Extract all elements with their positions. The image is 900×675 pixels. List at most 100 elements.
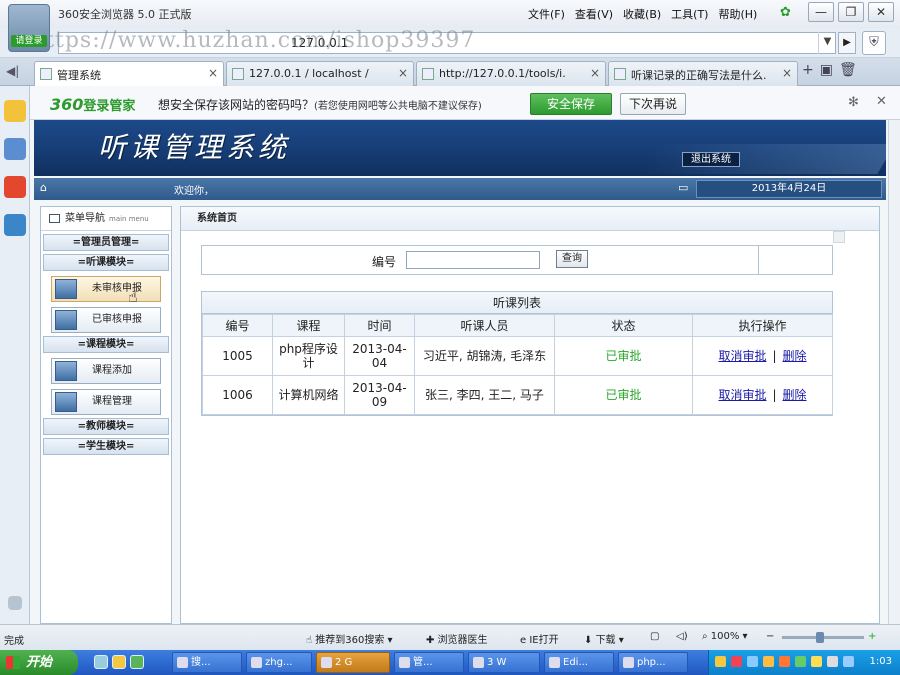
tab-label: 127.0.0.1 / localhost / — [249, 67, 369, 80]
welcome-text: 欢迎你， — [174, 186, 214, 197]
browser-sidebar — [0, 86, 30, 624]
later-button[interactable]: 下次再说 — [620, 93, 686, 115]
sound-icon[interactable]: ◁) — [676, 631, 688, 642]
settings-gear-icon[interactable] — [8, 596, 22, 610]
menu-header: 菜单导航 main menu — [41, 207, 171, 231]
cancel-approval-link[interactable]: 取消审批 — [718, 349, 766, 363]
tray-icon[interactable] — [715, 656, 726, 667]
folder-icon[interactable] — [112, 655, 126, 669]
menu-icon — [49, 214, 60, 223]
ie-icon[interactable] — [94, 655, 108, 669]
menu-view[interactable]: 查看(V) — [575, 6, 613, 22]
start-button[interactable]: 开始 — [0, 650, 78, 675]
browser-title-bar: 请登录 360安全浏览器 5.0 正式版 文件(F) 查看(V) 收藏(B) 工… — [0, 0, 900, 52]
tab-close-icon[interactable]: × — [398, 66, 408, 80]
safe-save-button[interactable]: 安全保存 — [530, 93, 612, 115]
menu-cat-listen[interactable]: =听课模块= — [43, 254, 169, 271]
menu-tools[interactable]: 工具(T) — [671, 6, 708, 22]
browser-doctor[interactable]: ✚ 浏览器医生 — [426, 631, 488, 646]
mobile-icon[interactable] — [4, 214, 26, 236]
tab-back-icon[interactable]: ◀| — [6, 64, 19, 78]
gear-icon[interactable]: ✻ — [848, 95, 859, 110]
zoom-in-icon[interactable]: + — [868, 631, 876, 642]
breadcrumb: 系统首页 — [181, 207, 879, 231]
tray-icon[interactable] — [779, 656, 790, 667]
task-item[interactable]: zhg... — [246, 652, 312, 673]
zoom-level[interactable]: ⌕ 100% ▾ — [702, 631, 748, 642]
task-item[interactable]: 3 W — [468, 652, 540, 673]
home-icon[interactable]: ⌂ — [40, 181, 47, 194]
360-icon[interactable] — [130, 655, 144, 669]
url-dropdown-icon[interactable]: ▼ — [818, 32, 836, 54]
page-icon — [422, 68, 434, 80]
tab-close-icon[interactable]: × — [590, 66, 600, 80]
tray-icon[interactable] — [827, 656, 838, 667]
recommend-360-search[interactable]: ☝ 推荐到360搜索 ▾ — [306, 631, 393, 646]
close-window-button[interactable]: ✕ — [868, 2, 894, 22]
tab-tools[interactable]: http://127.0.0.1/tools/i. × — [416, 61, 606, 86]
task-item[interactable]: 管... — [394, 652, 464, 673]
menu-item-course-add[interactable]: 课程添加 — [51, 358, 161, 384]
delete-link[interactable]: 删除 — [783, 388, 807, 402]
hand-cursor-icon: ☝ — [128, 287, 138, 306]
logout-button[interactable]: 退出系统 — [682, 152, 740, 167]
header-course: 课程 — [272, 314, 345, 337]
trash-icon[interactable]: 🗑 — [839, 62, 857, 78]
task-item[interactable]: php... — [618, 652, 688, 673]
user-icon — [55, 392, 77, 412]
menu-cat-course[interactable]: =课程模块= — [43, 336, 169, 353]
menu-item-course-manage[interactable]: 课程管理 — [51, 389, 161, 415]
tray-icon[interactable] — [731, 656, 742, 667]
tab-list-icon[interactable]: ▣ — [820, 62, 833, 78]
clock: 1:03 — [869, 656, 892, 667]
minimize-button[interactable]: — — [808, 2, 834, 22]
skin-icon[interactable]: ✿ — [780, 5, 791, 20]
user-icon — [55, 361, 77, 381]
scroll-up-icon[interactable] — [833, 231, 845, 243]
menu-help[interactable]: 帮助(H) — [718, 6, 757, 22]
task-item[interactable]: Edi... — [544, 652, 614, 673]
favorites-star-icon[interactable] — [4, 100, 26, 122]
menu-item-reviewed[interactable]: 已审核申报 — [51, 307, 161, 333]
go-icon[interactable]: ▶ — [838, 32, 856, 54]
tray-icon[interactable] — [843, 656, 854, 667]
zoom-out-icon[interactable]: − — [766, 631, 774, 642]
id-search-input[interactable] — [406, 251, 540, 269]
tray-icon[interactable] — [763, 656, 774, 667]
tab-search[interactable]: 听课记录的正确写法是什么. × — [608, 61, 798, 86]
maximize-button[interactable]: ❐ — [838, 2, 864, 22]
tray-icon[interactable] — [795, 656, 806, 667]
page-scrollbar[interactable] — [888, 120, 900, 624]
tab-bar: ◀| 管理系统 × 127.0.0.1 / localhost / × http… — [0, 58, 900, 86]
close-icon[interactable]: ✕ — [876, 94, 887, 109]
shield-icon[interactable]: ⛨ — [862, 31, 886, 55]
new-tab-icon[interactable]: + — [802, 62, 814, 78]
menu-cat-teacher[interactable]: =教师模块= — [43, 418, 169, 435]
menu-favorites[interactable]: 收藏(B) — [623, 6, 661, 22]
tab-close-icon[interactable]: × — [208, 66, 218, 80]
zoom-slider-knob[interactable] — [816, 632, 824, 643]
tray-icon[interactable] — [747, 656, 758, 667]
cancel-approval-link[interactable]: 取消审批 — [718, 388, 766, 402]
menu-cat-student[interactable]: =学生模块= — [43, 438, 169, 455]
browser-logo-icon[interactable]: 请登录 — [8, 4, 50, 52]
menu-cat-admin[interactable]: =管理员管理= — [43, 234, 169, 251]
query-button[interactable]: 查询 — [556, 250, 588, 268]
window-icon[interactable]: ▢ — [650, 631, 659, 642]
delete-link[interactable]: 删除 — [783, 349, 807, 363]
task-item[interactable]: 2 G — [316, 652, 390, 673]
menu-item-unreviewed[interactable]: 未审核申报 ☝ — [51, 276, 161, 306]
menu-file[interactable]: 文件(F) — [528, 6, 565, 22]
monitor-icon: ▭ — [678, 181, 689, 194]
news-icon[interactable] — [4, 138, 26, 160]
ie-open[interactable]: e IE打开 — [520, 631, 559, 646]
weibo-icon[interactable] — [4, 176, 26, 198]
tab-management[interactable]: 管理系统 × — [34, 61, 224, 86]
tab-close-icon[interactable]: × — [782, 66, 792, 80]
login-badge[interactable]: 请登录 — [11, 35, 47, 47]
tray-icon[interactable] — [811, 656, 822, 667]
download-button[interactable]: ⬇ 下载 ▾ — [584, 631, 624, 646]
task-item[interactable]: 搜... — [172, 652, 242, 673]
action-separator: | — [772, 349, 777, 363]
tab-localhost[interactable]: 127.0.0.1 / localhost / × — [226, 61, 414, 86]
